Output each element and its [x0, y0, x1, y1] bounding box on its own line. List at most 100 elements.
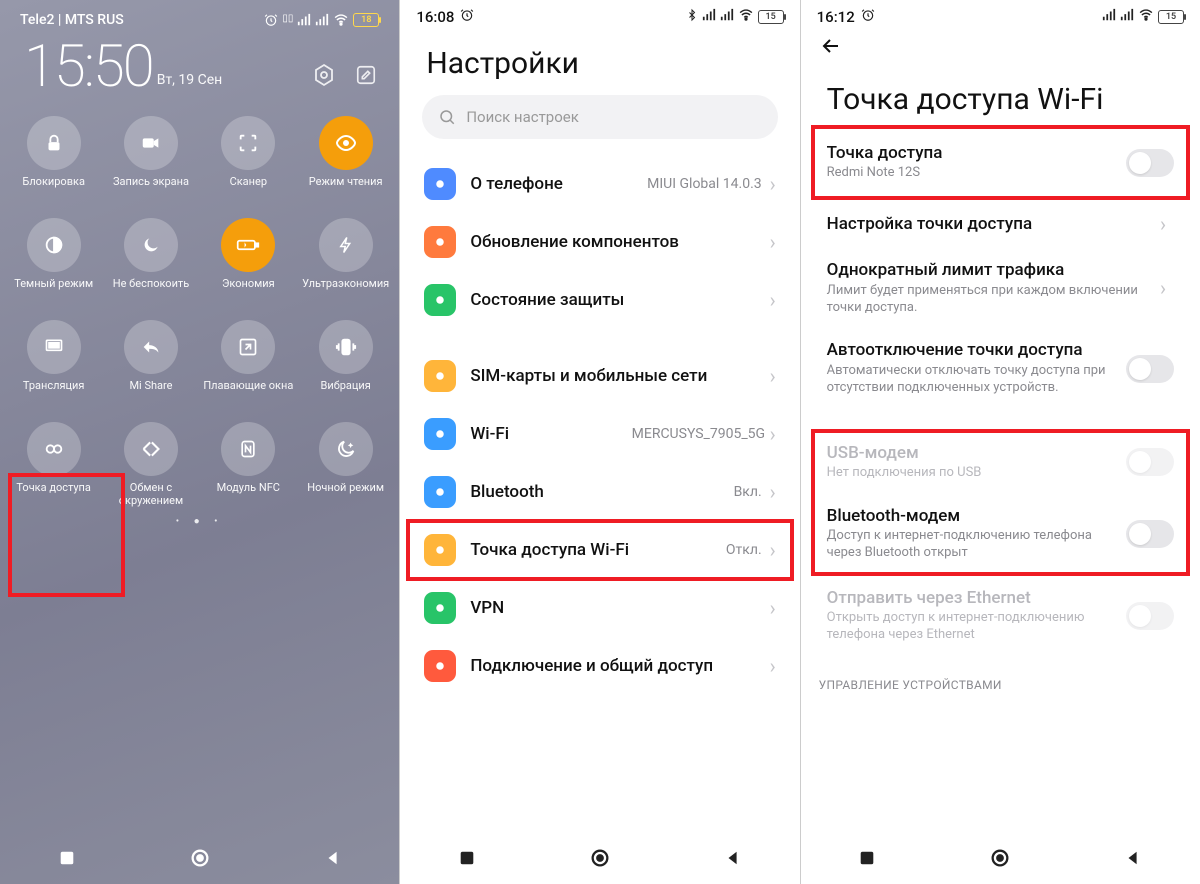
row-icon	[424, 476, 456, 508]
tile-label: Блокировка	[9, 176, 99, 202]
settings-row-g1-2[interactable]: Состояние защиты ›	[410, 271, 789, 329]
scan-icon	[221, 116, 275, 170]
hotspot-row-2[interactable]: Однократный лимит трафика Лимит будет пр…	[811, 248, 1190, 328]
nav-home-button[interactable]	[987, 845, 1013, 871]
wifi-icon	[333, 13, 349, 27]
row-title: Состояние защиты	[470, 290, 769, 310]
nav-bar	[400, 832, 799, 884]
qs-tile-vibrate[interactable]: Вибрация	[298, 316, 393, 410]
qs-tile-eye[interactable]: Режим чтения	[298, 112, 393, 206]
edit-icon[interactable]	[353, 62, 379, 88]
qs-tile-moon[interactable]: Не беспокоить	[103, 214, 198, 308]
signal2-icon	[1120, 8, 1134, 26]
settings-shortcut-icon[interactable]	[311, 62, 337, 88]
contrast-icon	[27, 218, 81, 272]
settings-group-network: SIM-карты и мобильные сети › Wi-Fi MERCU…	[400, 347, 799, 695]
row-icon	[424, 360, 456, 392]
settings-row-g2-1[interactable]: Wi-Fi MERCUSYS_7905_5G ›	[410, 405, 789, 463]
chevron-right-icon: ›	[770, 288, 776, 312]
row-icon	[424, 592, 456, 624]
qs-tile-floatwin[interactable]: Плавающие окна	[201, 316, 296, 410]
chevron-right-icon: ›	[770, 480, 776, 504]
nav-back-button[interactable]	[320, 845, 346, 871]
hotspot-row-1[interactable]: Настройка точки доступа ›	[811, 200, 1190, 248]
nav-home-button[interactable]	[187, 845, 213, 871]
signal2-icon	[720, 8, 734, 26]
row-value: MERCUSYS_7905_5G	[632, 426, 762, 443]
qs-tile-hotspot[interactable]: Точка доступа	[6, 418, 101, 512]
section-devices-header: УПРАВЛЕНИЕ УСТРОЙСТВАМИ	[801, 656, 1200, 694]
hotspot-row-6: Отправить через Ethernet Открыть доступ …	[811, 576, 1190, 656]
settings-row-g2-4[interactable]: VPN ›	[410, 579, 789, 637]
nav-recent-button[interactable]	[54, 845, 80, 871]
tile-label: Темный режим	[9, 278, 99, 304]
settings-row-g2-5[interactable]: Подключение и общий доступ ›	[410, 637, 789, 695]
signal-icon	[702, 8, 716, 26]
tile-label: Плавающие окна	[203, 380, 293, 406]
row-subtitle: Redmi Note 12S	[827, 165, 1116, 182]
row-subtitle: Автоматически отключать точку доступа пр…	[827, 363, 1116, 397]
nav-back-button[interactable]	[1120, 845, 1146, 871]
chevron-right-icon: ›	[770, 230, 776, 254]
hotspot-row-3[interactable]: Автоотключение точки доступа Автоматичес…	[811, 328, 1190, 408]
qs-tile-scan[interactable]: Сканер	[201, 112, 296, 206]
nav-bar	[0, 832, 399, 884]
row-subtitle: Нет подключения по USB	[827, 465, 1116, 482]
row-icon	[424, 650, 456, 682]
settings-row-g2-3[interactable]: Точка доступа Wi-Fi Откл. ›	[410, 521, 789, 579]
qs-tile-bolt[interactable]: Ультраэкономия	[298, 214, 393, 308]
settings-row-g2-2[interactable]: Bluetooth Вкл. ›	[410, 463, 789, 521]
row-title: Отправить через Ethernet	[827, 588, 1116, 608]
qs-tile-battery[interactable]: Экономия	[201, 214, 296, 308]
tile-label: Ночной режим	[301, 482, 391, 508]
qs-tile-cast[interactable]: Трансляция	[6, 316, 101, 410]
tile-label: Сканер	[203, 176, 293, 202]
battery-indicator: 15	[758, 10, 784, 24]
lock-icon	[27, 116, 81, 170]
settings-group-about: О телефоне MIUI Global 14.0.3 › Обновлен…	[400, 155, 799, 329]
chevron-right-icon: ›	[770, 596, 776, 620]
search-input[interactable]: Поиск настроек	[422, 95, 777, 139]
settings-row-g1-1[interactable]: Обновление компонентов ›	[410, 213, 789, 271]
signal-icon	[297, 13, 311, 27]
hotspot-row-0[interactable]: Точка доступа Redmi Note 12S	[811, 131, 1190, 194]
qs-tile-lock[interactable]: Блокировка	[6, 112, 101, 206]
qs-tile-contrast[interactable]: Темный режим	[6, 214, 101, 308]
signal2-icon	[315, 13, 329, 27]
highlight-group: USB-модем Нет подключения по USB Bluetoo…	[811, 429, 1190, 576]
qs-tile-envshare[interactable]: Обмен с окружением	[103, 418, 198, 512]
qs-tile-mishare[interactable]: Mi Share	[103, 316, 198, 410]
screen-quick-settings: Tele2 | MTS RUS ▯▯ 18 15:50	[0, 0, 399, 884]
hotspot-row-5[interactable]: Bluetooth-модем Доступ к интернет-подклю…	[811, 494, 1190, 574]
tile-label: Mi Share	[106, 380, 196, 406]
screen-hotspot: 16:12 15 Точка доступа Wi-Fi Точка досту…	[801, 0, 1200, 884]
qs-tile-nfc[interactable]: Модуль NFC	[201, 418, 296, 512]
alarm-icon	[264, 13, 278, 27]
envshare-icon	[124, 422, 178, 476]
row-value: Откл.	[726, 542, 762, 559]
toggle-switch[interactable]	[1126, 355, 1174, 383]
nav-back-button[interactable]	[720, 845, 746, 871]
back-button[interactable]	[819, 34, 843, 64]
row-icon	[424, 534, 456, 566]
settings-row-g1-0[interactable]: О телефоне MIUI Global 14.0.3 ›	[410, 155, 789, 213]
settings-row-g2-0[interactable]: SIM-карты и мобильные сети ›	[410, 347, 789, 405]
nav-recent-button[interactable]	[854, 845, 880, 871]
row-title: VPN	[470, 598, 769, 618]
row-subtitle: Лимит будет применяться при каждом включ…	[827, 283, 1150, 317]
nav-recent-button[interactable]	[454, 845, 480, 871]
qs-tile-video[interactable]: Запись экрана	[103, 112, 198, 206]
toggle-switch[interactable]	[1126, 149, 1174, 177]
toggle-switch[interactable]	[1126, 520, 1174, 548]
tile-label: Не беспокоить	[106, 278, 196, 304]
qs-tile-night[interactable]: Ночной режим	[298, 418, 393, 512]
chevron-right-icon: ›	[770, 538, 776, 562]
chevron-right-icon: ›	[1160, 276, 1174, 300]
row-title: Bluetooth	[470, 482, 733, 502]
clock-date: Вт, 19 Сен	[157, 72, 223, 88]
toggle-switch	[1126, 448, 1174, 476]
row-icon	[424, 226, 456, 258]
status-time: 16:08	[416, 8, 454, 26]
row-title: SIM-карты и мобильные сети	[470, 366, 769, 386]
nav-home-button[interactable]	[587, 845, 613, 871]
